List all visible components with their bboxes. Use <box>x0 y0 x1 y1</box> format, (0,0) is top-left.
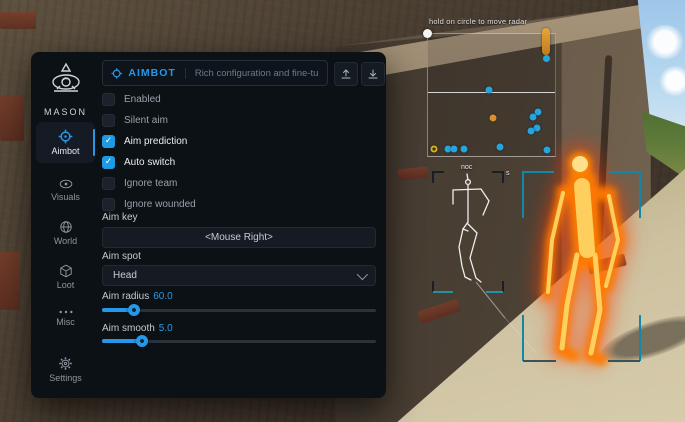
logo-label: MASON <box>31 107 100 117</box>
tracer-line <box>476 282 505 318</box>
radar-dot-orange <box>490 115 497 122</box>
radar-dot-blue <box>534 125 541 132</box>
sidebar-item-label: Misc <box>31 317 100 327</box>
aim-radius-value: 60.0 <box>153 291 172 302</box>
globe-icon <box>59 220 73 234</box>
aim-smooth-value: 5.0 <box>159 323 173 334</box>
radar-dot-blue <box>530 114 537 121</box>
sidebar-item-misc[interactable]: Misc <box>31 309 100 327</box>
offscreen-player-marker <box>542 28 550 55</box>
sidebar-item-label: Aimbot <box>36 146 95 156</box>
toggle-auto-switch[interactable]: ✓ Auto switch <box>102 155 175 169</box>
radar-dot-blue <box>528 128 535 135</box>
radar-drag-handle[interactable] <box>423 29 432 38</box>
mason-eye-logo <box>46 60 86 100</box>
gear-icon <box>58 356 73 371</box>
aim-spot-value: Head <box>113 270 137 281</box>
aim-smooth-label: Aim smooth5.0 <box>102 323 173 334</box>
crosshair-icon <box>58 129 73 144</box>
checkbox[interactable]: ✓ <box>102 114 115 127</box>
skeleton-esp <box>453 174 489 282</box>
checkbox[interactable]: ✓ <box>102 156 115 169</box>
sidebar-item-label: Visuals <box>31 192 100 202</box>
toggle-label: Aim prediction <box>124 136 187 147</box>
toggle-enabled[interactable]: ✓ Enabled <box>102 92 161 106</box>
aim-spot-dropdown[interactable]: Head <box>102 265 376 286</box>
toggle-silent-aim[interactable]: ✓ Silent aim <box>102 113 168 127</box>
upload-config-button[interactable] <box>334 62 358 86</box>
slider-thumb[interactable] <box>128 304 140 316</box>
radar-dot-blue <box>544 147 551 154</box>
toggle-label: Auto switch <box>124 157 175 168</box>
checkbox[interactable]: ✓ <box>102 177 115 190</box>
checkbox[interactable]: ✓ <box>102 198 115 211</box>
radar-dot-blue <box>451 146 458 153</box>
cube-icon <box>59 264 73 278</box>
section-header: AIMBOT Rich configuration and fine-tunin… <box>102 60 328 86</box>
download-config-button[interactable] <box>361 62 385 86</box>
aim-key-label: Aim key <box>102 212 138 223</box>
sidebar-item-settings[interactable]: Settings <box>31 356 100 383</box>
chevron-down-icon <box>357 268 368 279</box>
toggle-ignore-team[interactable]: ✓ Ignore team <box>102 176 177 190</box>
box-distance-label: s <box>506 170 510 177</box>
toggle-label: Ignore wounded <box>124 199 196 210</box>
ellipsis-icon <box>58 309 74 315</box>
slider-track[interactable] <box>102 309 376 312</box>
radar-dot-blue <box>461 146 468 153</box>
checkbox[interactable]: ✓ <box>102 93 115 106</box>
radar-dot-yellow <box>431 146 438 153</box>
eye-icon <box>59 178 73 190</box>
sidebar-item-aimbot[interactable]: Aimbot <box>36 122 95 163</box>
player-corner-box <box>523 172 640 361</box>
toggle-ignore-wounded[interactable]: ✓ Ignore wounded <box>102 197 196 211</box>
sidebar-item-loot[interactable]: Loot <box>31 264 100 290</box>
radar-hint-text: hold on circle to move radar <box>429 17 527 26</box>
sidebar: MASON Aimbot Visuals <box>31 52 100 398</box>
selected-accent-bar <box>93 129 95 156</box>
sidebar-item-label: Settings <box>31 373 100 383</box>
radar-dot-blue <box>497 144 504 151</box>
sidebar-item-visuals[interactable]: Visuals <box>31 178 100 202</box>
radar[interactable] <box>427 33 556 157</box>
section-subtitle: Rich configuration and fine-tuning <box>185 68 319 79</box>
sidebar-item-world[interactable]: World <box>31 220 100 246</box>
sidebar-item-label: World <box>31 236 100 246</box>
crosshair-icon <box>111 67 122 80</box>
aim-smooth-slider[interactable] <box>102 335 376 346</box>
tracer-line <box>505 318 536 353</box>
toggle-label: Silent aim <box>124 115 168 126</box>
download-icon <box>367 68 379 80</box>
aim-spot-label: Aim spot <box>102 251 141 262</box>
radar-dot-blue <box>486 87 493 94</box>
logo: MASON <box>31 60 100 117</box>
checkbox[interactable]: ✓ <box>102 135 115 148</box>
offscreen-player-dot <box>543 55 550 62</box>
section-title: AIMBOT <box>128 67 175 79</box>
aim-radius-label: Aim radius60.0 <box>102 291 173 302</box>
toggle-label: Enabled <box>124 94 161 105</box>
slider-thumb[interactable] <box>136 335 148 347</box>
panel-content: AIMBOT Rich configuration and fine-tunin… <box>100 52 386 398</box>
skeleton-corner-box <box>433 172 503 292</box>
upload-icon <box>340 68 352 80</box>
aim-key-value: <Mouse Right> <box>205 232 273 243</box>
cheat-menu-window: MASON Aimbot Visuals <box>31 52 386 398</box>
aim-radius-slider[interactable] <box>102 304 376 315</box>
toggle-label: Ignore team <box>124 178 177 189</box>
toggle-aim-prediction[interactable]: ✓ Aim prediction <box>102 134 187 148</box>
skeleton-name-label: noc <box>461 164 472 171</box>
sidebar-item-label: Loot <box>31 280 100 290</box>
aim-key-bind-button[interactable]: <Mouse Right> <box>102 227 376 248</box>
